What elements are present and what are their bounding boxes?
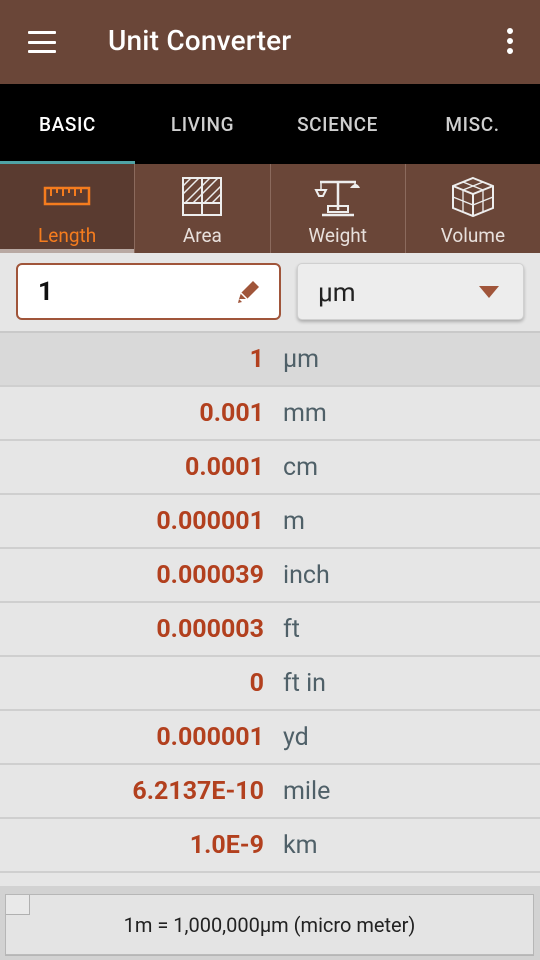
overflow-menu-icon[interactable] — [506, 28, 514, 56]
result-unit: km — [283, 830, 318, 860]
pencil-icon[interactable] — [235, 279, 261, 305]
result-row[interactable]: 1 μm — [0, 333, 540, 387]
result-row[interactable]: 0.000039 inch — [0, 549, 540, 603]
result-row[interactable]: 0.000001 yd — [0, 711, 540, 765]
tab-basic[interactable]: BASIC — [0, 84, 135, 164]
result-value: 0.000039 — [156, 560, 264, 590]
result-value: 1 — [249, 344, 264, 374]
unit-select-value: μm — [318, 278, 356, 308]
scale-icon — [314, 180, 360, 217]
result-value: 0.000001 — [156, 506, 264, 536]
result-row[interactable]: 0 ft in — [0, 657, 540, 711]
input-row: 1 μm — [0, 253, 540, 333]
unit-info-button[interactable]: 1m = 1,000,000μm (micro meter) — [5, 894, 534, 956]
result-unit: ft in — [283, 668, 326, 698]
tab-misc[interactable]: MISC. — [405, 84, 540, 164]
result-value: 0.0001 — [185, 452, 264, 482]
category-length-label: Length — [38, 224, 97, 247]
value-input-text: 1 — [38, 277, 53, 307]
result-row[interactable]: 0.000003 ft — [0, 603, 540, 657]
app-title: Unit Converter — [108, 24, 292, 57]
result-row[interactable]: 0.0001 cm — [0, 441, 540, 495]
dropdown-arrow-icon — [479, 286, 499, 298]
tab-living[interactable]: LIVING — [135, 84, 270, 164]
result-row[interactable]: 1.0E-9 km — [0, 819, 540, 873]
result-value: 0.000003 — [156, 614, 264, 644]
result-row[interactable]: 0.001 mm — [0, 387, 540, 441]
result-unit: ft — [283, 614, 300, 644]
unit-select[interactable]: μm — [297, 263, 524, 320]
app-bar: Unit Converter — [0, 0, 540, 84]
result-row[interactable]: 6.2137E-10 mile — [0, 765, 540, 819]
hamburger-menu-icon[interactable] — [28, 31, 56, 53]
result-unit: m — [283, 506, 305, 536]
cube-icon — [451, 176, 494, 218]
tab-science[interactable]: SCIENCE — [270, 84, 405, 164]
result-value: 0.000001 — [156, 722, 264, 752]
category-area-label: Area — [182, 224, 222, 247]
result-value: 0 — [249, 668, 264, 698]
result-unit: cm — [283, 452, 319, 482]
ruler-icon — [43, 186, 91, 206]
area-grid-icon — [182, 177, 223, 216]
tab-bar: BASIC LIVING SCIENCE MISC. — [0, 84, 540, 164]
category-volume-label: Volume — [440, 224, 506, 247]
category-volume[interactable]: Volume — [406, 164, 540, 253]
result-row[interactable]: 0.000001 m — [0, 495, 540, 549]
result-unit: mile — [283, 776, 331, 806]
category-bar: Length Area Weight Volume — [0, 164, 540, 253]
result-unit: mm — [283, 398, 327, 428]
result-unit: μm — [283, 344, 320, 374]
category-weight-label: Weight — [308, 224, 367, 247]
results-list[interactable]: 1 μm 0.001 mm 0.0001 cm 0.000001 m 0.000… — [0, 333, 540, 886]
result-value: 0.001 — [199, 398, 264, 428]
result-unit: yd — [283, 722, 309, 752]
result-value: 6.2137E-10 — [132, 776, 264, 806]
category-length[interactable]: Length — [0, 164, 136, 253]
corner-fold-decoration — [6, 895, 30, 915]
unit-info-text: 1m = 1,000,000μm (micro meter) — [123, 913, 416, 937]
bottom-bar: 1m = 1,000,000μm (micro meter) — [0, 886, 540, 960]
result-value: 1.0E-9 — [189, 830, 264, 860]
result-unit: inch — [283, 560, 330, 590]
value-input[interactable]: 1 — [16, 263, 281, 320]
category-weight[interactable]: Weight — [271, 164, 406, 253]
category-area[interactable]: Area — [135, 164, 271, 253]
